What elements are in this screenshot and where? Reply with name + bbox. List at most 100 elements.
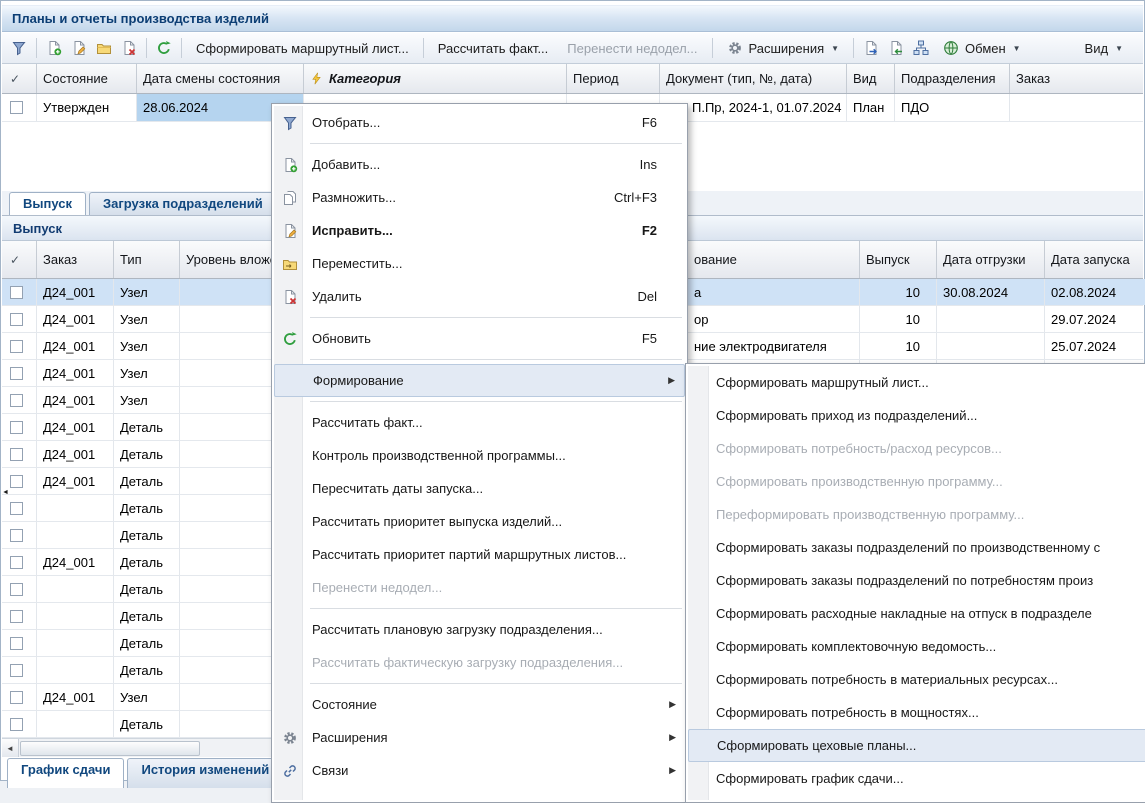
menu-item[interactable]: Сформировать заказы подразделений по про… — [688, 531, 1145, 564]
menu-item[interactable]: Исправить...F2 — [274, 214, 685, 247]
import-doc-icon[interactable] — [884, 36, 908, 60]
column-header[interactable]: Тип — [114, 241, 180, 278]
view-button[interactable]: Вид ▼ — [1076, 37, 1132, 60]
menu-item[interactable]: Состояние▶ — [274, 688, 685, 721]
view-tab[interactable]: Выпуск — [9, 192, 86, 215]
menu-item[interactable]: ОбновитьF5 — [274, 322, 685, 355]
menu-item-icon-empty — [281, 621, 299, 639]
view-tab[interactable]: Загрузка подразделений — [89, 192, 277, 215]
chevron-down-icon: ▼ — [1115, 44, 1123, 53]
row-checkbox[interactable] — [10, 556, 23, 569]
menu-item[interactable]: Сформировать комплектовочную ведомость..… — [688, 630, 1145, 663]
row-checkbox[interactable] — [10, 313, 23, 326]
menu-item-label: Сформировать потребность в материальных … — [716, 672, 1058, 687]
menu-item-icon-empty — [695, 605, 713, 623]
row-checkbox[interactable] — [10, 691, 23, 704]
menu-shortcut: F5 — [642, 331, 657, 346]
row-checkbox[interactable] — [10, 448, 23, 461]
menu-item-icon-empty — [281, 654, 299, 672]
select-all-header[interactable]: ✓ — [2, 64, 37, 93]
cell — [37, 495, 114, 521]
row-checkbox[interactable] — [10, 340, 23, 353]
column-header[interactable]: Заказ — [37, 241, 114, 278]
column-header[interactable]: Дата запуска — [1045, 241, 1145, 278]
menu-item[interactable]: Рассчитать факт... — [274, 406, 685, 439]
cell: План — [847, 94, 895, 121]
row-checkbox[interactable] — [10, 421, 23, 434]
row-checkbox[interactable] — [10, 475, 23, 488]
extensions-icon — [281, 729, 299, 747]
bottom-tab[interactable]: История изменений — [127, 758, 283, 788]
menu-item[interactable]: Размножить...Ctrl+F3 — [274, 181, 685, 214]
column-header[interactable]: Выпуск — [860, 241, 937, 278]
row-checkbox[interactable] — [10, 286, 23, 299]
menu-item[interactable]: Контроль производственной программы... — [274, 439, 685, 472]
delete-doc-icon[interactable] — [117, 36, 141, 60]
row-checkbox[interactable] — [10, 583, 23, 596]
column-header[interactable]: Период — [567, 64, 660, 93]
select-all-header[interactable]: ✓ — [2, 241, 37, 278]
column-header[interactable]: Состояние — [37, 64, 137, 93]
menu-item[interactable]: Рассчитать плановую загрузку подразделен… — [274, 613, 685, 646]
menu-item[interactable]: Сформировать потребность в мощностях... — [688, 696, 1145, 729]
menu-item[interactable]: УдалитьDel — [274, 280, 685, 313]
menu-item-icon-empty — [281, 696, 299, 714]
exchange-button[interactable]: Обмен ▼ — [934, 36, 1030, 61]
window-title: Планы и отчеты производства изделий — [12, 11, 269, 26]
cell — [37, 576, 114, 602]
column-header[interactable]: Подразделения — [895, 64, 1010, 93]
row-checkbox[interactable] — [10, 367, 23, 380]
calc-fact-button[interactable]: Рассчитать факт... — [429, 37, 558, 60]
filter-icon[interactable] — [7, 36, 31, 60]
row-checkbox[interactable] — [10, 664, 23, 677]
extensions-button[interactable]: Расширения ▼ — [718, 36, 849, 61]
menu-item[interactable]: Пересчитать даты запуска... — [274, 472, 685, 505]
menu-item[interactable]: Рассчитать приоритет партий маршрутных л… — [274, 538, 685, 571]
row-checkbox[interactable] — [10, 718, 23, 731]
add-doc-icon[interactable] — [42, 36, 66, 60]
refresh-icon[interactable] — [152, 36, 176, 60]
bottom-tab[interactable]: График сдачи — [7, 758, 124, 788]
menu-item-label: Пересчитать даты запуска... — [312, 481, 483, 496]
row-checkbox[interactable] — [10, 529, 23, 542]
menu-item[interactable]: Сформировать расходные накладные на отпу… — [688, 597, 1145, 630]
cell: Деталь — [114, 468, 180, 494]
edit-doc-icon[interactable] — [67, 36, 91, 60]
menu-item[interactable]: Расширения▶ — [274, 721, 685, 754]
menu-item[interactable]: Добавить...Ins — [274, 148, 685, 181]
menu-item[interactable]: Сформировать маршрутный лист... — [688, 366, 1145, 399]
menu-item-label: Расширения — [312, 730, 388, 745]
menu-item[interactable]: Отобрать...F6 — [274, 106, 685, 139]
row-checkbox[interactable] — [10, 394, 23, 407]
menu-item-label: Рассчитать приоритет партий маршрутных л… — [312, 547, 626, 562]
structure-icon[interactable] — [909, 36, 933, 60]
cell: Узел — [114, 306, 180, 332]
column-header[interactable]: Заказ — [1010, 64, 1145, 93]
row-checkbox[interactable] — [10, 637, 23, 650]
menu-item[interactable]: Сформировать приход из подразделений... — [688, 399, 1145, 432]
cell — [37, 522, 114, 548]
column-header[interactable]: Вид — [847, 64, 895, 93]
export-doc-icon[interactable] — [859, 36, 883, 60]
scrollbar-thumb[interactable] — [20, 741, 200, 756]
scroll-left-icon[interactable]: ◄ — [2, 739, 19, 757]
column-header[interactable]: Дата смены состояния — [137, 64, 304, 93]
menu-item[interactable]: Сформировать цеховые планы... — [688, 729, 1145, 762]
column-header[interactable]: Дата отгрузки — [937, 241, 1045, 278]
menu-item[interactable]: Связи▶ — [274, 754, 685, 787]
menu-item[interactable]: Переместить... — [274, 247, 685, 280]
make-route-sheet-button[interactable]: Сформировать маршрутный лист... — [187, 37, 418, 60]
menu-item[interactable]: Сформировать потребность в материальных … — [688, 663, 1145, 696]
row-checkbox[interactable] — [10, 101, 23, 114]
column-header[interactable]: Категория — [304, 64, 567, 93]
row-checkbox[interactable] — [10, 610, 23, 623]
row-checkbox[interactable] — [10, 502, 23, 515]
menu-item[interactable]: Формирование▶ — [274, 364, 685, 397]
menu-item[interactable]: Сформировать заказы подразделений по пот… — [688, 564, 1145, 597]
menu-item[interactable]: Сформировать график сдачи... — [688, 762, 1145, 795]
open-folder-icon[interactable] — [92, 36, 116, 60]
title-bar: Планы и отчеты производства изделий — [2, 5, 1143, 32]
column-header[interactable]: Документ (тип, №, дата) — [660, 64, 847, 93]
splitter-collapse-icon[interactable]: ◄ — [1, 484, 10, 500]
menu-item[interactable]: Рассчитать приоритет выпуска изделий... — [274, 505, 685, 538]
